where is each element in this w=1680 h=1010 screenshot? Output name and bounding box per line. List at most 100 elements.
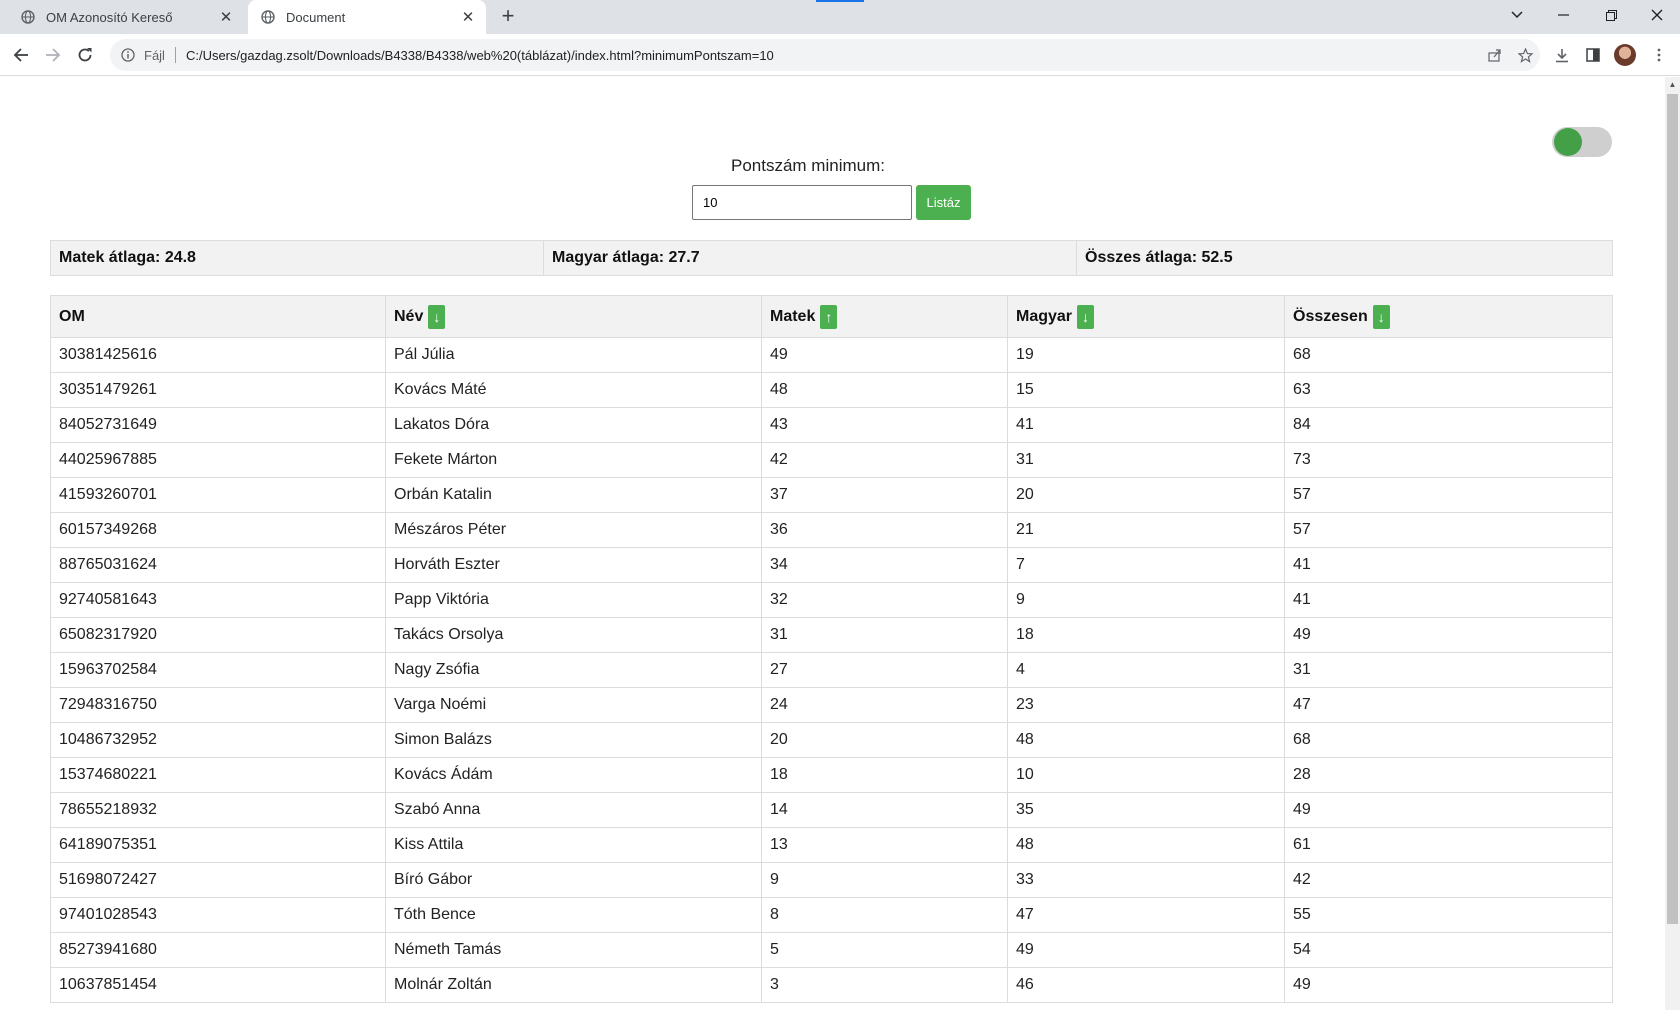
sort-desc-icon[interactable]: ↓ [1372, 304, 1390, 329]
total-cell: 55 [1284, 897, 1613, 933]
tab-om-kereso[interactable]: OM Azonosító Kereső ✕ [8, 0, 244, 34]
om-cell: 97401028543 [50, 897, 386, 933]
close-icon[interactable]: ✕ [216, 7, 236, 27]
math-cell: 36 [761, 512, 1008, 548]
sort-desc-icon[interactable]: ↓ [428, 304, 446, 329]
total-cell: 68 [1284, 337, 1613, 373]
column-header-osszesen: Összesen ↓ [1284, 295, 1613, 338]
column-header-om: OM [50, 295, 386, 338]
scheme-label: Fájl [144, 47, 165, 63]
om-cell: 41593260701 [50, 477, 386, 513]
total-cell: 61 [1284, 827, 1613, 863]
close-icon [1651, 9, 1663, 21]
name-cell: Fekete Márton [385, 442, 762, 478]
hungarian-cell: 7 [1007, 547, 1285, 583]
forward-button[interactable] [39, 41, 67, 69]
downloads-button[interactable] [1547, 41, 1577, 69]
hungarian-cell: 20 [1007, 477, 1285, 513]
url-text[interactable]: C:/Users/gazdag.zsolt/Downloads/B4338/B4… [186, 48, 1480, 63]
side-panel-button[interactable] [1578, 41, 1608, 69]
sort-asc-icon[interactable]: ↑ [820, 304, 838, 329]
hungarian-cell: 41 [1007, 407, 1285, 443]
minimum-score-input[interactable] [692, 185, 912, 220]
math-cell: 49 [761, 337, 1008, 373]
hungarian-cell: 19 [1007, 337, 1285, 373]
new-tab-button[interactable]: + [496, 5, 520, 29]
name-cell: Mészáros Péter [385, 512, 762, 548]
hungarian-cell: 46 [1007, 967, 1285, 1003]
total-average: Összes átlaga: 52.5 [1085, 249, 1233, 266]
hungarian-cell: 15 [1007, 372, 1285, 408]
table-row: 10486732952 Simon Balázs 20 48 68 [50, 722, 1613, 758]
hungarian-cell: 21 [1007, 512, 1285, 548]
column-label: Matek [770, 307, 816, 325]
om-cell: 65082317920 [50, 617, 386, 653]
math-cell: 42 [761, 442, 1008, 478]
name-cell: Németh Tamás [385, 932, 762, 968]
name-cell: Kovács Ádám [385, 757, 762, 793]
math-cell: 48 [761, 372, 1008, 408]
om-cell: 88765031624 [50, 547, 386, 583]
math-average: Matek átlaga: 24.8 [51, 241, 544, 275]
sort-desc-icon[interactable]: ↓ [1077, 304, 1095, 329]
table-row: 92740581643 Papp Viktória 32 9 41 [50, 582, 1613, 618]
math-cell: 8 [761, 897, 1008, 933]
globe-icon [260, 9, 276, 25]
math-cell: 37 [761, 477, 1008, 513]
arrow-right-icon [46, 48, 61, 62]
back-button[interactable] [7, 41, 35, 69]
hungarian-cell: 47 [1007, 897, 1285, 933]
math-cell: 31 [761, 617, 1008, 653]
om-cell: 85273941680 [50, 932, 386, 968]
hungarian-cell: 18 [1007, 617, 1285, 653]
om-cell: 51698072427 [50, 862, 386, 898]
close-window-button[interactable] [1634, 0, 1680, 30]
tab-search-indicator [816, 0, 864, 2]
tab-search-button[interactable] [1494, 0, 1540, 30]
table-row: 60157349268 Mészáros Péter 36 21 57 [50, 512, 1613, 548]
table-row: 78655218932 Szabó Anna 14 35 49 [50, 792, 1613, 828]
total-cell: 28 [1284, 757, 1613, 793]
share-icon[interactable] [1480, 40, 1510, 70]
scroll-thumb[interactable] [1667, 94, 1678, 924]
scroll-up-arrow[interactable]: ▲ [1665, 77, 1680, 92]
table-row: 30351479261 Kovács Máté 48 15 63 [50, 372, 1613, 408]
total-cell: 84 [1284, 407, 1613, 443]
hungarian-average: Magyar átlaga: 27.7 [544, 241, 1077, 275]
bookmark-star-icon[interactable] [1510, 40, 1540, 70]
tab-document[interactable]: Document ✕ [248, 0, 486, 34]
profile-avatar[interactable] [1614, 44, 1636, 66]
name-cell: Varga Noémi [385, 687, 762, 723]
theme-toggle[interactable] [1552, 127, 1612, 157]
globe-icon [20, 9, 36, 25]
total-cell: 54 [1284, 932, 1613, 968]
restore-button[interactable] [1588, 0, 1634, 30]
info-icon[interactable] [120, 47, 136, 63]
hungarian-cell: 35 [1007, 792, 1285, 828]
close-icon[interactable]: ✕ [458, 7, 478, 27]
list-button[interactable]: Listáz [916, 185, 971, 220]
reload-button[interactable] [71, 41, 99, 69]
math-cell: 43 [761, 407, 1008, 443]
table-row: 41593260701 Orbán Katalin 37 20 57 [50, 477, 1613, 513]
name-cell: Horváth Eszter [385, 547, 762, 583]
minimize-button[interactable] [1540, 0, 1586, 30]
column-header-nev: Név ↓ [385, 295, 762, 338]
divider [174, 47, 176, 63]
hungarian-cell: 33 [1007, 862, 1285, 898]
name-cell: Simon Balázs [385, 722, 762, 758]
scrollbar[interactable]: ▲ [1665, 77, 1680, 1010]
toggle-knob [1554, 128, 1582, 156]
total-cell: 73 [1284, 442, 1613, 478]
om-cell: 84052731649 [50, 407, 386, 443]
hungarian-cell: 23 [1007, 687, 1285, 723]
name-cell: Kiss Attila [385, 827, 762, 863]
table-row: 44025967885 Fekete Márton 42 31 73 [50, 442, 1613, 478]
page-viewport: Pontszám minimum: Listáz Matek átlaga: 2… [0, 77, 1665, 1010]
address-bar[interactable]: Fájl C:/Users/gazdag.zsolt/Downloads/B43… [110, 39, 1540, 71]
hungarian-cell: 4 [1007, 652, 1285, 688]
total-cell: 49 [1284, 617, 1613, 653]
chevron-down-icon [1511, 11, 1523, 19]
menu-button[interactable] [1644, 41, 1674, 69]
hungarian-cell: 9 [1007, 582, 1285, 618]
